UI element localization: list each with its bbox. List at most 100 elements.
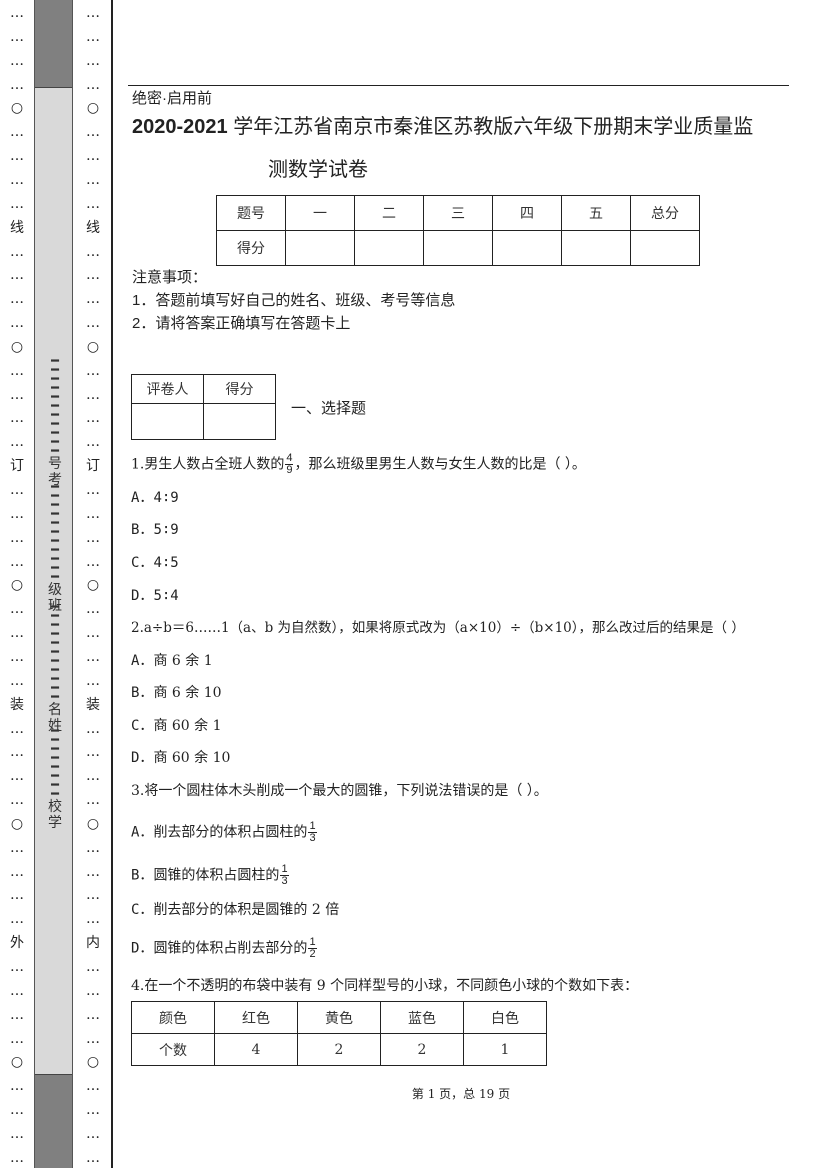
dots-mark: …	[10, 982, 24, 999]
q3-option-c[interactable]: C．削去部分的体积是圆锥的 2 倍	[131, 901, 339, 919]
section-title: 一、选择题	[291, 399, 367, 417]
score-cell[interactable]	[354, 230, 424, 266]
dots-mark: …	[10, 1006, 24, 1023]
dots-mark: …	[86, 982, 100, 999]
dots-mark: …	[10, 863, 24, 880]
q1-option-a[interactable]: A．4∶9	[131, 489, 179, 507]
dots-mark: …	[10, 1125, 24, 1142]
dots-mark: …	[86, 5, 100, 21]
score-cell[interactable]	[423, 230, 493, 266]
q2-option-d[interactable]: D．商 60 余 10	[131, 749, 230, 767]
dots-mark: …	[86, 195, 100, 212]
dots-mark: …	[86, 28, 100, 45]
q3-option-a[interactable]: A．削去部分的体积占圆柱的 1 3	[131, 821, 318, 844]
binding-label: 外	[10, 935, 24, 952]
score-cell[interactable]	[285, 230, 355, 266]
grader-score-cell[interactable]	[203, 403, 276, 440]
dots-mark: …	[86, 315, 100, 332]
binding-label: 线	[10, 219, 24, 236]
dots-mark: …	[10, 291, 24, 308]
fraction: 13	[280, 863, 289, 887]
score-cell[interactable]	[492, 230, 562, 266]
q2-option-c[interactable]: C．商 60 余 1	[131, 717, 222, 735]
q2-option-b[interactable]: B．商 6 余 10	[131, 684, 222, 702]
dots-mark: …	[10, 5, 24, 21]
dots-mark: …	[86, 267, 100, 284]
dots-mark: …	[10, 1102, 24, 1119]
notes: 注意事项： 1．答题前填写好自己的姓名、班级、考号等信息 2．请将答案正确填写在…	[132, 266, 455, 335]
circle-mark: ○	[86, 100, 100, 117]
score-table-header-row: 题号 一 二 三 四 五 总分	[216, 195, 700, 231]
dots-mark: …	[86, 839, 100, 856]
binding-label: 订	[86, 458, 100, 475]
dots-mark: …	[10, 386, 24, 403]
score-cell[interactable]	[561, 230, 631, 266]
dots-mark: …	[86, 52, 100, 69]
dots-mark: …	[10, 648, 24, 665]
dots-mark: …	[10, 52, 24, 69]
binding-label: 线	[86, 219, 100, 236]
exam-title-line1: 2020-2021 学年江苏省南京市秦淮区苏教版六年级下册期末学业质量监	[132, 116, 754, 138]
dots-mark: …	[86, 434, 100, 451]
q2-option-a[interactable]: A．商 6 余 1	[131, 652, 213, 670]
dots-mark: …	[10, 505, 24, 522]
grader-table: 评卷人 得分	[131, 374, 276, 440]
dots-mark: …	[86, 744, 100, 761]
dots-mark: …	[86, 672, 100, 689]
binding-label: 内	[86, 935, 100, 952]
dots-mark: …	[86, 863, 100, 880]
dots-mark: …	[86, 1102, 100, 1119]
circle-mark: ○	[86, 815, 100, 832]
fraction: 13	[308, 820, 317, 844]
q3-option-b[interactable]: B．圆锥的体积占圆柱的 1 3	[131, 864, 290, 887]
dots-mark: …	[86, 124, 100, 141]
dots-mark: …	[86, 768, 100, 785]
dots-mark: …	[86, 76, 100, 93]
dots-mark: …	[10, 768, 24, 785]
grader-cell[interactable]	[131, 403, 204, 440]
circle-mark: ○	[10, 1054, 24, 1071]
dots-mark: …	[10, 625, 24, 642]
dots-mark: …	[10, 28, 24, 45]
fraction: 12	[308, 936, 317, 960]
q1-option-d[interactable]: D．5∶4	[131, 587, 179, 605]
dots-mark: …	[10, 148, 24, 165]
exam-number-field[interactable]: ━ ━ ━ ━ ━ ━ ━ ━ ━ ━ ━ 号 考	[44, 355, 66, 488]
question-2: 2.a÷b＝6……1（a、b 为自然数），如果将原式改为（a×10）÷（b×10…	[131, 620, 745, 636]
dots-mark: …	[86, 148, 100, 165]
class-field[interactable]: ━ ━ ━ ━ ━ ━ ━ ━ ━ ━ ━ 级 班	[44, 481, 66, 614]
circle-mark: ○	[86, 338, 100, 355]
ball-table-value-row: 个数 4 2 2 1	[131, 1033, 547, 1066]
dots-mark: …	[10, 76, 24, 93]
header-rule	[128, 85, 789, 86]
dots-mark: …	[10, 315, 24, 332]
score-cell[interactable]	[630, 230, 700, 266]
dots-mark: …	[86, 505, 100, 522]
dots-mark: …	[86, 171, 100, 188]
q1-option-c[interactable]: C．4∶5	[131, 554, 179, 572]
dots-mark: …	[86, 1006, 100, 1023]
school-field[interactable]: ━ ━ ━ ━ ━ ━ ━ ━ 校 学	[44, 725, 66, 831]
dots-mark: …	[10, 124, 24, 141]
score-table: 题号 一 二 三 四 五 总分 得分	[216, 195, 700, 266]
dots-mark: …	[86, 553, 100, 570]
dots-mark: …	[10, 911, 24, 928]
dots-mark: …	[10, 553, 24, 570]
q1-option-b[interactable]: B．5∶9	[131, 521, 179, 539]
dots-mark: …	[86, 887, 100, 904]
dots-mark: …	[10, 792, 24, 809]
question-1: 1.男生人数占全班人数的 4 9 ，那么班级里男生人数与女生人数的比是（ ）。	[131, 452, 586, 476]
dots-mark: …	[10, 243, 24, 260]
circle-mark: ○	[86, 1054, 100, 1071]
q3-option-d[interactable]: D．圆锥的体积占削去部分的 1 2	[131, 937, 318, 960]
dots-mark: …	[10, 195, 24, 212]
circle-mark: ○	[10, 338, 24, 355]
name-field[interactable]: ━ ━ ━ ━ ━ ━ ━ ━ ━ ━ ━ 名 姓	[44, 601, 66, 734]
dots-mark: …	[86, 1149, 100, 1166]
dots-mark: …	[86, 362, 100, 379]
dots-mark: …	[86, 386, 100, 403]
dots-mark: …	[10, 1030, 24, 1047]
dots-mark: …	[86, 1125, 100, 1142]
question-4: 4.在一个不透明的布袋中装有 9 个同样型号的小球，不同颜色小球的个数如下表：	[131, 978, 639, 994]
dots-mark: …	[10, 672, 24, 689]
